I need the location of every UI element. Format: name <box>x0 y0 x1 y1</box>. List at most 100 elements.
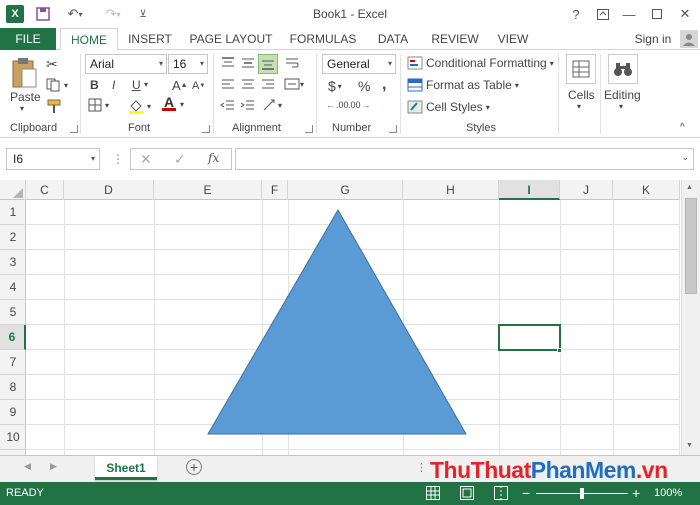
cell-styles-button[interactable]: Cell Styles ▾ <box>407 100 490 114</box>
zoom-in-icon[interactable]: + <box>632 485 640 501</box>
row-header-2[interactable]: 2 <box>0 225 26 250</box>
column-header-h[interactable]: H <box>403 180 499 200</box>
minimize-icon[interactable]: — <box>618 4 640 24</box>
vertical-scrollbar[interactable]: ▲ ▼ <box>681 180 700 455</box>
cells-button[interactable]: Cells <box>568 88 595 102</box>
number-launcher-icon[interactable] <box>389 125 397 133</box>
row-header-4[interactable]: 4 <box>0 275 26 300</box>
decrease-decimal-button[interactable]: .00 → <box>348 100 371 110</box>
row-header-6[interactable]: 6 <box>0 325 26 350</box>
number-format-select[interactable]: General ▾ <box>322 54 396 74</box>
clipboard-launcher-icon[interactable] <box>70 125 78 133</box>
row-header-8[interactable]: 8 <box>0 375 26 400</box>
new-sheet-icon[interactable]: + <box>186 459 202 475</box>
align-center-icon[interactable] <box>240 77 256 91</box>
format-as-table-button[interactable]: Format as Table ▾ <box>407 78 519 92</box>
page-break-view-icon[interactable] <box>494 486 508 503</box>
borders-icon[interactable]: ▾ <box>88 98 109 112</box>
cells-icon[interactable] <box>566 54 596 84</box>
column-header-e[interactable]: E <box>154 180 262 200</box>
font-name-select[interactable]: Arial ▾ <box>85 54 167 74</box>
font-size-select[interactable]: 16 ▾ <box>168 54 208 74</box>
alignment-launcher-icon[interactable] <box>305 125 313 133</box>
grow-font-button[interactable]: A ▲ <box>172 78 188 93</box>
column-header-d[interactable]: D <box>64 180 154 200</box>
sheet-next-icon[interactable]: ▶ <box>50 461 57 472</box>
bold-button[interactable]: B <box>90 78 99 92</box>
top-align-icon[interactable] <box>220 56 236 70</box>
column-header-i[interactable]: I <box>499 180 560 200</box>
format-painter-icon[interactable] <box>46 98 62 114</box>
zoom-slider-thumb[interactable] <box>580 488 584 499</box>
close-icon[interactable]: ✕ <box>674 4 696 24</box>
currency-button[interactable]: $ ▾ <box>328 78 342 94</box>
comma-button[interactable]: , <box>382 76 386 94</box>
editing-button[interactable]: Editing <box>604 88 641 102</box>
paste-icon[interactable] <box>10 56 40 90</box>
row-header-9[interactable]: 9 <box>0 400 26 425</box>
shrink-font-button[interactable]: A ▼ <box>192 80 205 92</box>
column-header-j[interactable]: J <box>560 180 613 200</box>
middle-align-icon[interactable] <box>240 56 256 70</box>
row-header-10[interactable]: 10 <box>0 425 26 450</box>
binoculars-icon[interactable] <box>608 54 638 84</box>
increase-indent-icon[interactable] <box>240 98 256 112</box>
scroll-up-icon[interactable]: ▲ <box>686 184 693 191</box>
underline-dropdown-icon[interactable]: ▾ <box>144 80 148 89</box>
cancel-entry-icon[interactable]: ✕ <box>140 151 152 168</box>
increase-decimal-button[interactable]: ← .00 <box>326 100 349 110</box>
scroll-down-icon[interactable]: ▼ <box>686 442 693 449</box>
collapse-ribbon-icon[interactable]: ^ <box>680 122 685 133</box>
sheet-tab-sheet1[interactable]: Sheet1 <box>95 456 157 480</box>
row-header-5[interactable]: 5 <box>0 300 26 325</box>
column-header-g[interactable]: G <box>288 180 403 200</box>
user-avatar-icon[interactable] <box>680 30 698 48</box>
decrease-indent-icon[interactable] <box>220 98 236 112</box>
help-button[interactable]: ? <box>565 4 587 24</box>
bottom-align-icon[interactable] <box>258 54 278 74</box>
maximize-icon[interactable] <box>646 4 668 24</box>
fill-color-icon[interactable]: ▾ <box>128 98 151 114</box>
row-header-1[interactable]: 1 <box>0 200 26 225</box>
page-layout-view-icon[interactable] <box>460 486 474 503</box>
wrap-text-icon[interactable] <box>284 56 300 70</box>
sheet-bar-splitter-icon[interactable]: ⋮ <box>416 461 427 474</box>
paste-button[interactable]: Paste <box>10 90 41 104</box>
orientation-icon[interactable]: ▾ <box>262 98 282 112</box>
row-header-3[interactable]: 3 <box>0 250 26 275</box>
tab-view[interactable]: VIEW <box>494 28 532 50</box>
cut-icon[interactable]: ✂ <box>46 56 58 73</box>
paste-dropdown-icon[interactable]: ▾ <box>20 104 24 113</box>
zoom-level[interactable]: 100% <box>654 487 682 499</box>
cell-grid[interactable] <box>26 200 680 455</box>
tab-insert[interactable]: INSERT <box>126 28 174 50</box>
confirm-entry-icon[interactable]: ✓ <box>174 151 186 168</box>
copy-icon[interactable]: ▾ <box>46 78 68 92</box>
triangle-shape[interactable] <box>26 200 680 455</box>
conditional-formatting-button[interactable]: Conditional Formatting ▾ <box>407 56 554 70</box>
zoom-out-icon[interactable]: − <box>522 485 530 501</box>
tab-review[interactable]: REVIEW <box>428 28 482 50</box>
column-header-k[interactable]: K <box>613 180 680 200</box>
tab-file[interactable]: FILE <box>0 28 56 50</box>
select-all-corner[interactable] <box>0 180 26 200</box>
font-launcher-icon[interactable] <box>202 125 210 133</box>
tab-data[interactable]: DATA <box>372 28 414 50</box>
underline-button[interactable]: U <box>132 78 141 92</box>
align-right-icon[interactable] <box>260 77 276 91</box>
name-box[interactable]: I6 ▾ <box>6 148 100 170</box>
formula-input[interactable]: ⌄ <box>235 148 694 170</box>
column-header-f[interactable]: F <box>262 180 288 200</box>
tab-page-layout[interactable]: PAGE LAYOUT <box>188 28 274 50</box>
normal-view-icon[interactable] <box>426 486 440 503</box>
percent-button[interactable]: % <box>358 78 370 94</box>
align-left-icon[interactable] <box>220 77 236 91</box>
row-header-7[interactable]: 7 <box>0 350 26 375</box>
font-color-icon[interactable]: A <box>162 95 176 111</box>
editing-dropdown-icon[interactable]: ▾ <box>619 102 623 111</box>
sheet-prev-icon[interactable]: ◀ <box>24 461 31 472</box>
merge-center-icon[interactable]: ▾ <box>284 77 304 91</box>
ribbon-display-options-icon[interactable] <box>592 4 614 24</box>
sign-in-link[interactable]: Sign in <box>630 28 676 50</box>
font-color-dropdown-icon[interactable]: ▾ <box>180 100 184 109</box>
